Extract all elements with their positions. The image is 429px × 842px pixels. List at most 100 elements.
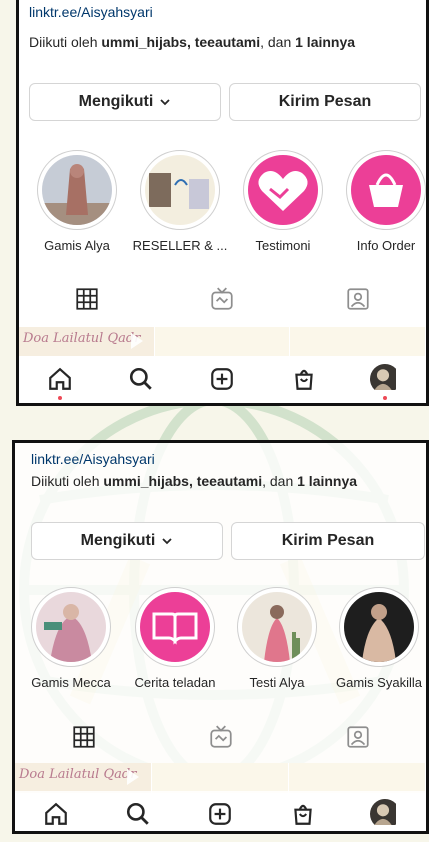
highlight-thumbnail: [42, 155, 112, 225]
notification-dot: [383, 831, 387, 834]
profile-screenshot-1: linktr.ee/Aisyahsyari Diikuti oleh ummi_…: [16, 0, 429, 406]
add-post-icon: [209, 803, 232, 825]
search-nav[interactable]: [122, 798, 154, 830]
highlight-label: Info Order: [356, 238, 416, 253]
search-icon: [130, 367, 152, 390]
highlight-thumbnail: [140, 592, 210, 662]
play-icon: [131, 333, 143, 349]
highlight-label: Gamis Syakilla: [336, 675, 422, 690]
profile-link[interactable]: linktr.ee/Aisyahsyari: [29, 4, 153, 20]
followed-prefix: Diikuti oleh: [29, 34, 102, 50]
following-label: Mengikuti: [78, 93, 154, 110]
home-icon: [48, 367, 71, 390]
handshake-heart-icon: [258, 171, 308, 211]
following-button[interactable]: Mengikuti: [29, 83, 221, 121]
shop-icon: [293, 804, 312, 825]
following-button[interactable]: Mengikuti: [31, 522, 223, 560]
highlight-ring: [339, 587, 419, 667]
following-label: Mengikuti: [80, 532, 156, 549]
story-highlight[interactable]: RESELLER & ...: [133, 150, 227, 253]
tagged-icon[interactable]: [345, 724, 371, 750]
home-icon: [45, 802, 67, 825]
bottom-navigation: [19, 356, 426, 402]
highlight-ring: [140, 150, 220, 230]
shopping-bag-icon: [369, 173, 403, 207]
profile-link[interactable]: linktr.ee/Aisyahsyari: [31, 451, 155, 467]
highlight-ring: [37, 150, 117, 230]
post-thumbnail[interactable]: [289, 763, 426, 793]
highlight-thumbnail: [351, 155, 421, 225]
tagged-icon[interactable]: [345, 286, 371, 312]
igtv-icon[interactable]: [208, 724, 234, 750]
search-icon: [127, 802, 150, 825]
search-nav[interactable]: [125, 363, 157, 395]
post-thumbnail[interactable]: [154, 327, 291, 357]
story-highlight[interactable]: Gamis Alya: [37, 150, 117, 253]
followed-mid: , dan: [262, 473, 298, 489]
home-nav[interactable]: [44, 363, 76, 400]
profile-screenshot-2: linktr.ee/Aisyahsyari Diikuti oleh ummi_…: [12, 440, 429, 834]
profile-tabs: [19, 281, 426, 317]
followed-names[interactable]: ummi_hijabs, teeautami: [101, 34, 260, 50]
bottom-navigation: [15, 791, 426, 831]
grid-icon[interactable]: [74, 286, 100, 312]
highlight-ring: [237, 587, 317, 667]
story-highlight[interactable]: Testimoni: [243, 150, 323, 253]
story-highlight[interactable]: Info Order: [346, 150, 426, 253]
story-highlight[interactable]: Gamis Mecca: [31, 587, 111, 690]
post-thumbnail[interactable]: Doa Lailatul Qadr: [15, 763, 152, 793]
send-message-label: Kirim Pesan: [281, 532, 375, 549]
notification-dot: [57, 396, 62, 400]
followed-by-text: Diikuti oleh ummi_hijabs, teeautami, dan…: [29, 34, 355, 50]
post-thumbnail[interactable]: [290, 327, 426, 357]
profile-nav[interactable]: [369, 798, 401, 830]
story-highlight[interactable]: Testi Alya: [237, 587, 317, 690]
highlight-ring: [135, 587, 215, 667]
highlight-label: Testimoni: [255, 238, 311, 253]
post-grid-row: Doa Lailatul Qadr: [19, 327, 426, 357]
shop-nav[interactable]: [288, 363, 320, 395]
highlight-thumbnail: [36, 592, 106, 662]
notification-dot: [54, 831, 58, 834]
followed-more[interactable]: 1 lainnya: [295, 34, 355, 50]
highlight-thumbnail: [344, 592, 414, 662]
chevron-down-icon: [162, 538, 172, 545]
send-message-button[interactable]: Kirim Pesan: [229, 83, 421, 121]
highlight-label: Gamis Alya: [44, 238, 110, 253]
add-post-nav[interactable]: [204, 798, 236, 830]
avatar: [369, 799, 400, 829]
profile-nav[interactable]: [369, 363, 401, 400]
post-title: Doa Lailatul Qadr: [23, 331, 141, 346]
followed-by-text: Diikuti oleh ummi_hijabs, teeautami, dan…: [31, 473, 357, 489]
shop-nav[interactable]: [287, 798, 319, 830]
highlight-ring: [243, 150, 323, 230]
highlight-thumbnail: [145, 155, 215, 225]
play-icon: [127, 769, 139, 785]
followed-mid: , dan: [260, 34, 296, 50]
send-message-label: Kirim Pesan: [278, 93, 372, 110]
shop-icon: [295, 369, 313, 390]
highlight-thumbnail: [242, 592, 312, 662]
followed-prefix: Diikuti oleh: [31, 473, 104, 489]
open-book-icon: [152, 612, 198, 645]
post-title: Doa Lailatul Qadr: [19, 767, 137, 782]
highlight-ring: [31, 587, 111, 667]
grid-icon[interactable]: [71, 724, 97, 750]
story-highlight[interactable]: Gamis Syakilla: [336, 587, 422, 690]
send-message-button[interactable]: Kirim Pesan: [231, 522, 425, 560]
followed-more[interactable]: 1 lainnya: [297, 473, 357, 489]
highlight-label: RESELLER & ...: [132, 238, 228, 253]
add-post-icon: [211, 368, 234, 390]
highlight-thumbnail: [248, 155, 318, 225]
followed-names[interactable]: ummi_hijabs, teeautami: [103, 473, 262, 489]
post-thumbnail[interactable]: Doa Lailatul Qadr: [19, 327, 155, 357]
chevron-down-icon: [160, 99, 170, 106]
home-nav[interactable]: [40, 798, 72, 830]
profile-tabs: [15, 719, 426, 755]
notification-dot: [383, 396, 388, 400]
post-thumbnail[interactable]: [152, 763, 289, 793]
add-post-nav[interactable]: [206, 363, 238, 395]
highlight-label: Gamis Mecca: [31, 675, 111, 690]
story-highlight[interactable]: Cerita teladan: [135, 587, 215, 690]
igtv-icon[interactable]: [209, 286, 235, 312]
